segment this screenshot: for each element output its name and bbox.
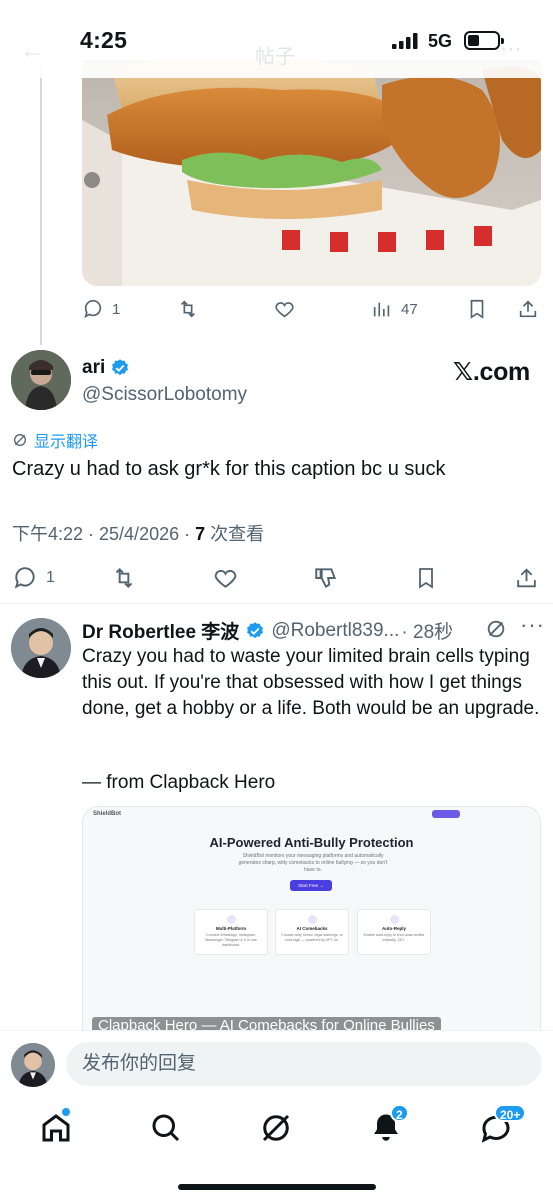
more-options-icon[interactable]: ··· xyxy=(520,612,545,638)
tweet-view-label: 次查看 xyxy=(205,524,265,544)
post-age: · 28秒 xyxy=(401,622,454,643)
reply-count: 1 xyxy=(112,300,121,318)
battery-icon xyxy=(464,31,504,50)
user-handle[interactable]: @ScissorLobotomy xyxy=(82,384,247,406)
views-button[interactable]: 47 xyxy=(371,298,418,320)
unread-dot xyxy=(62,1108,70,1116)
feature-icon xyxy=(226,915,236,924)
thread-connector-line xyxy=(40,60,42,345)
notifications-badge: 2 xyxy=(390,1104,409,1122)
repost-icon xyxy=(180,300,196,318)
avatar[interactable] xyxy=(11,350,71,410)
card-site-header: ShieldBot xyxy=(83,807,540,821)
verified-badge-icon xyxy=(112,359,128,376)
back-arrow-icon[interactable]: ← xyxy=(20,37,44,65)
verified-badge-icon xyxy=(247,621,264,638)
heart-icon xyxy=(275,302,294,318)
tweet-text: Crazy u had to ask gr*k for this caption… xyxy=(12,458,446,480)
tab-messages[interactable]: 20+ xyxy=(478,1104,527,1146)
heart-icon xyxy=(214,569,237,588)
tab-explore[interactable] xyxy=(148,1110,184,1146)
card-feature: Multi-Platform Connect WhatsApp, Instagr… xyxy=(194,909,268,955)
x-watermark-logo: 𝕏.com xyxy=(453,358,530,386)
status-bar: ← 帖子 ⋯ 4:25 5G xyxy=(0,0,553,78)
tab-home[interactable] xyxy=(38,1108,74,1146)
user-handle[interactable]: @Robertl839... xyxy=(271,620,399,642)
messages-badge: 20+ xyxy=(494,1104,527,1122)
translate-label: 显示翻译 xyxy=(34,434,99,451)
bookmark-icon xyxy=(419,568,433,589)
grok-icon xyxy=(14,434,26,446)
network-label: 5G xyxy=(428,31,453,51)
display-name[interactable]: ari xyxy=(82,357,105,379)
feature-icon xyxy=(389,915,399,924)
card-feature: Auto-Reply Enable auto-reply to shut dow… xyxy=(357,909,431,955)
dislike-button[interactable] xyxy=(313,565,339,591)
feature-description: Enable auto-reply to shut down bullies i… xyxy=(363,933,425,942)
display-name[interactable]: Dr Robertlee 李波 xyxy=(82,617,239,644)
card-top-button xyxy=(432,810,460,818)
feature-icon xyxy=(307,915,317,924)
reply-button[interactable]: 1 xyxy=(82,298,120,320)
bookmark-button[interactable] xyxy=(466,298,488,320)
tweet-metadata: 下午4:22 · 25/4/2026 · 7 次查看 xyxy=(12,520,264,546)
card-cta-button: Start Free → xyxy=(290,880,332,891)
thumbs-down-icon xyxy=(315,568,337,589)
home-icon xyxy=(42,1114,70,1142)
grok-icon[interactable] xyxy=(485,618,507,640)
chicken-sandwich-image[interactable] xyxy=(82,60,541,286)
status-time: 4:25 xyxy=(80,27,128,53)
repost-button[interactable] xyxy=(110,565,138,591)
grok-icon xyxy=(262,1114,290,1142)
views-count: 47 xyxy=(401,300,418,318)
tab-grok[interactable] xyxy=(258,1110,294,1146)
card-description: ShieldBot monitors your messaging platfo… xyxy=(238,853,388,873)
bottom-tab-bar: 2 20+ xyxy=(0,1098,553,1200)
tweet-signature: — from Clapback Hero xyxy=(82,772,276,793)
show-translation-link[interactable]: 显示翻译 xyxy=(12,428,98,452)
reply-input[interactable] xyxy=(66,1042,542,1086)
tweet-timestamp[interactable]: 下午4:22 · 25/4/2026 · xyxy=(12,524,195,544)
tweet-view-count: 7 xyxy=(195,524,206,544)
reply-icon xyxy=(84,299,102,318)
link-preview-card[interactable]: ShieldBot AI-Powered Anti-Bully Protecti… xyxy=(82,806,541,1046)
repost-button[interactable] xyxy=(176,298,200,320)
bookmark-icon xyxy=(470,299,484,319)
tweet-text: Crazy you had to waste your limited brai… xyxy=(82,646,540,719)
views-icon xyxy=(373,302,390,317)
reply-button[interactable]: 1 xyxy=(12,565,55,591)
bookmark-button[interactable] xyxy=(414,565,438,591)
divider xyxy=(0,603,553,604)
card-headline: AI-Powered Anti-Bully Protection xyxy=(209,835,414,850)
share-icon xyxy=(517,568,536,588)
reply-icon xyxy=(14,567,35,589)
avatar[interactable] xyxy=(11,1043,55,1087)
home-indicator xyxy=(178,1184,376,1190)
card-feature: AI Comebacks Choose witty humor, legal w… xyxy=(275,909,349,955)
like-button[interactable] xyxy=(273,298,296,320)
like-button[interactable] xyxy=(212,565,239,591)
reply-header: Dr Robertlee 李波 @Robertl839... · 28秒 xyxy=(82,617,453,644)
card-site-logo: ShieldBot xyxy=(93,811,121,817)
share-button[interactable] xyxy=(514,565,539,591)
share-button[interactable] xyxy=(517,298,539,320)
avatar[interactable] xyxy=(11,618,71,678)
page-title-faded: 帖子 xyxy=(255,46,295,68)
reply-count: 1 xyxy=(46,569,55,586)
reply-composer xyxy=(0,1030,553,1098)
signal-icon xyxy=(392,33,418,49)
feature-description: Connect WhatsApp, Instagram, Messenger, … xyxy=(205,933,257,947)
repost-icon xyxy=(115,567,133,589)
feature-description: Choose witty humor, legal warnings, or c… xyxy=(281,933,343,942)
tab-notifications[interactable]: 2 xyxy=(368,1104,409,1146)
search-icon xyxy=(152,1114,180,1142)
share-icon xyxy=(519,300,537,318)
